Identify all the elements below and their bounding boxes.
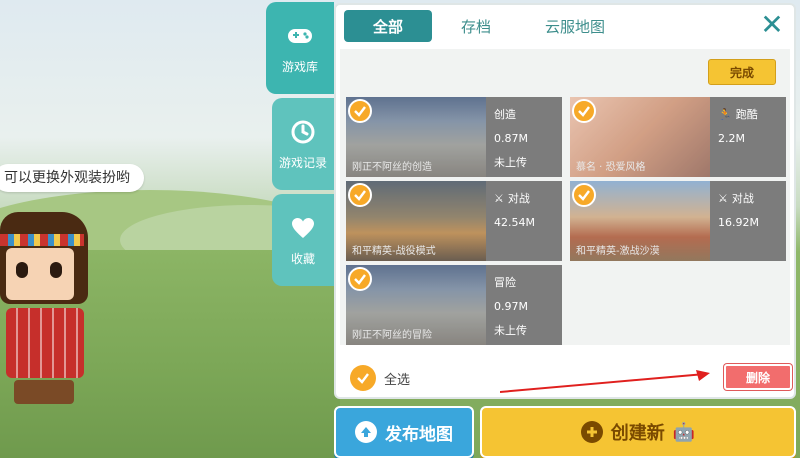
side-tab-label: 游戏库: [281, 59, 318, 74]
map-info: 冒险 0.97M 未上传: [486, 265, 562, 345]
side-tab-game-records[interactable]: 游戏记录: [272, 98, 334, 190]
crossed-swords-icon: ⚔: [718, 192, 728, 205]
parkour-icon: 🏃: [718, 108, 732, 121]
map-name: 刚正不阿丝的冒险: [352, 330, 432, 341]
mascot-icon: 🤖: [672, 421, 696, 443]
select-all[interactable]: 全选: [350, 365, 410, 391]
map-card[interactable]: 和平精英-战役模式 ⚔ 对战 42.54M: [346, 181, 562, 261]
heart-icon: [289, 214, 317, 242]
map-mode-label: 跑酷: [735, 108, 758, 121]
map-name: 刚正不阿丝的创造: [352, 162, 432, 173]
upload-icon: [355, 421, 377, 443]
gamepad-icon: [286, 22, 314, 50]
checkbox-checked-icon[interactable]: [348, 99, 372, 123]
avatar-legs: [14, 380, 74, 404]
annotation-arrow-icon: [500, 370, 710, 393]
map-mode: ⚔ 对战: [718, 187, 786, 211]
map-mode: 🏃 跑酷: [718, 103, 786, 127]
side-tab-label: 游戏记录: [278, 155, 327, 170]
map-size: 16.92M: [718, 216, 759, 229]
tab-saves[interactable]: 存档: [432, 10, 520, 42]
tab-all[interactable]: 全部: [344, 10, 432, 42]
tab-cloud-maps[interactable]: 云服地图: [520, 10, 630, 42]
crossed-swords-icon: ⚔: [494, 192, 504, 205]
map-size: 2.2M: [718, 132, 745, 145]
map-upload-status: 未上传: [494, 324, 527, 337]
done-button[interactable]: 完成: [708, 59, 776, 85]
checkbox-checked-icon[interactable]: [350, 365, 376, 391]
side-tab-game-library[interactable]: 游戏库: [266, 2, 334, 94]
checkbox-checked-icon[interactable]: [572, 99, 596, 123]
checkbox-checked-icon[interactable]: [572, 183, 596, 207]
map-name: 慕名 · 恐爱风格: [576, 162, 646, 173]
delete-button[interactable]: 删除: [724, 364, 792, 390]
map-card[interactable]: 刚正不阿丝的创造 创造 0.87M 未上传: [346, 97, 562, 177]
avatar-eye: [50, 262, 62, 278]
publish-map-button[interactable]: 发布地图: [334, 406, 474, 458]
map-mode: ⚔ 对战: [494, 187, 562, 211]
avatar-headband: [0, 234, 84, 246]
map-mode-label: 对战: [507, 192, 530, 205]
map-info: ⚔ 对战 42.54M: [486, 181, 562, 261]
side-tabs: 游戏库 游戏记录 收藏: [266, 0, 334, 290]
map-name: 和平精英-战役模式: [352, 246, 436, 257]
checkbox-checked-icon[interactable]: [348, 183, 372, 207]
map-mode-label: 对战: [731, 192, 754, 205]
map-size: 0.87M: [494, 132, 528, 145]
speech-bubble: 可以更换外观装扮哟: [0, 164, 144, 192]
map-card[interactable]: 和平精英-激战沙漠 ⚔ 对战 16.92M: [570, 181, 786, 261]
avatar-dress: [6, 308, 84, 378]
side-tab-label: 收藏: [290, 251, 315, 266]
select-all-label: 全选: [384, 372, 411, 388]
close-icon[interactable]: ✕: [758, 11, 786, 39]
map-info: 🏃 跑酷 2.2M: [710, 97, 786, 177]
map-card[interactable]: 刚正不阿丝的冒险 冒险 0.97M 未上传: [346, 265, 562, 345]
avatar-eye: [16, 262, 28, 278]
top-tabs: 全部 存档 云服地图: [344, 10, 630, 44]
side-tab-favorites[interactable]: 收藏: [272, 194, 334, 286]
clock-icon: [289, 118, 317, 146]
map-mode: 创造: [494, 108, 516, 121]
map-list: 完成 刚正不阿丝的创造 创造 0.87M 未上传 慕名 · 恐爱风格 🏃 跑酷 …: [340, 49, 790, 345]
create-new-button[interactable]: 创建新 🤖: [480, 406, 796, 458]
game-library-panel: 全部 存档 云服地图 ✕ 完成 刚正不阿丝的创造 创造 0.87M 未上传 慕名…: [334, 3, 796, 399]
map-size: 0.97M: [494, 300, 528, 313]
map-upload-status: 未上传: [494, 156, 527, 169]
checkbox-checked-icon[interactable]: [348, 267, 372, 291]
map-card[interactable]: 慕名 · 恐爱风格 🏃 跑酷 2.2M: [570, 97, 786, 177]
map-size: 42.54M: [494, 216, 535, 229]
publish-map-label: 发布地图: [385, 424, 453, 445]
map-name: 和平精英-激战沙漠: [576, 246, 660, 257]
plus-icon: [580, 421, 603, 443]
create-new-label: 创建新: [610, 423, 665, 444]
player-avatar[interactable]: [0, 212, 120, 412]
avatar-face: [6, 248, 74, 300]
map-info: ⚔ 对战 16.92M: [710, 181, 786, 261]
map-info: 创造 0.87M 未上传: [486, 97, 562, 177]
map-mode: 冒险: [494, 276, 516, 289]
